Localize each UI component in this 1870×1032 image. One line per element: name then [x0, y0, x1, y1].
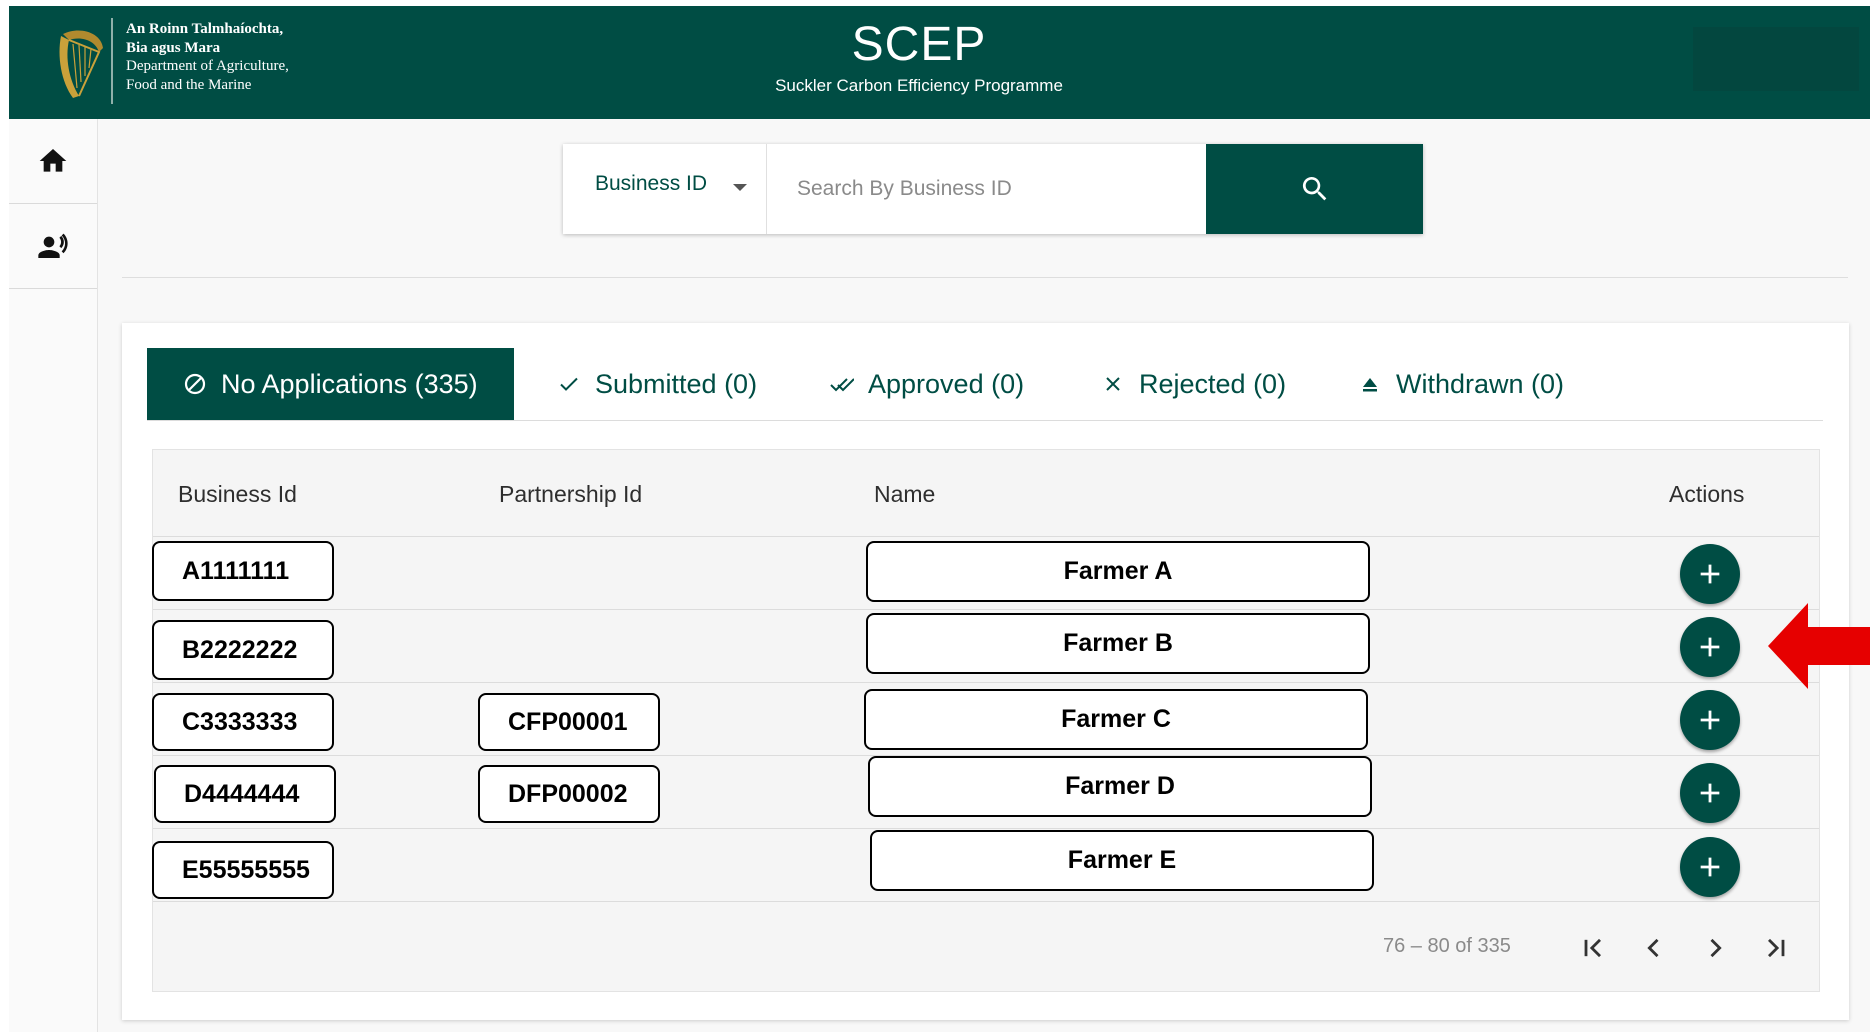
tab-withdrawn[interactable]: Withdrawn (0): [1358, 348, 1564, 420]
business-id-cell: D4444444: [154, 765, 336, 823]
first-page-icon: [1584, 938, 1601, 958]
business-id-cell: E55555555: [152, 841, 334, 899]
chevron-left-icon: [1647, 938, 1659, 958]
previous-page-button[interactable]: [1634, 930, 1674, 966]
header-user-area[interactable]: [1693, 27, 1859, 91]
search-icon: [1302, 177, 1326, 201]
business-id-cell: B2222222: [152, 620, 334, 680]
name-cell: Farmer C: [864, 689, 1368, 750]
sidebar-item-home[interactable]: [9, 119, 97, 204]
caret-down-icon: [733, 184, 747, 191]
last-page-button[interactable]: [1756, 930, 1796, 966]
tabs-underline: [147, 420, 1823, 421]
eject-icon: [1363, 378, 1377, 392]
table-header: Business Id Partnership Id Name Actions: [153, 450, 1819, 537]
tab-label: No Applications (335): [221, 368, 478, 399]
tab-no-applications[interactable]: No Applications (335): [147, 348, 514, 420]
add-application-button[interactable]: [1680, 763, 1740, 823]
section-divider: [122, 277, 1848, 278]
plus-icon: [1700, 637, 1720, 657]
name-cell: Farmer E: [870, 830, 1374, 891]
home-icon: [39, 149, 67, 172]
search-select-label: Business ID: [595, 172, 708, 195]
sidebar: [9, 119, 98, 1032]
column-header-partnership-id: Partnership Id: [499, 481, 643, 507]
business-id-cell: A1111111: [152, 541, 334, 601]
app-header: An Roinn Talmhaíochta, Bia agus Mara Dep…: [9, 6, 1870, 119]
double-check-icon: [830, 378, 854, 392]
last-page-icon: [1768, 938, 1785, 958]
next-page-button[interactable]: [1695, 930, 1735, 966]
annotation-arrow-icon: [1768, 603, 1870, 689]
search-bar: Business ID: [563, 144, 1423, 234]
plus-icon: [1700, 710, 1720, 730]
chevron-right-icon: [1710, 938, 1722, 958]
name-cell: Farmer B: [866, 613, 1370, 674]
add-application-button[interactable]: [1680, 690, 1740, 750]
tab-label: Approved (0): [868, 368, 1025, 399]
partnership-id-cell: CFP00001: [478, 693, 660, 751]
check-icon: [560, 377, 578, 391]
column-header-actions: Actions: [1669, 481, 1745, 507]
close-icon: [1106, 377, 1120, 391]
column-header-name: Name: [874, 481, 936, 507]
tab-label: Submitted (0): [595, 368, 758, 399]
add-application-button[interactable]: [1680, 544, 1740, 604]
name-cell: Farmer D: [868, 756, 1372, 817]
search-field-select[interactable]: Business ID: [563, 144, 767, 234]
search-input[interactable]: [767, 144, 1197, 234]
business-id-cell: C3333333: [152, 693, 334, 751]
tab-label: Rejected (0): [1139, 368, 1287, 399]
app-title: SCEP: [851, 18, 987, 71]
first-page-button[interactable]: [1573, 930, 1613, 966]
app-subtitle: Suckler Carbon Efficiency Programme: [775, 76, 1063, 95]
tab-label: Withdrawn (0): [1396, 368, 1565, 399]
column-header-business-id: Business Id: [178, 481, 297, 507]
tab-rejected[interactable]: Rejected (0): [1101, 348, 1286, 420]
tab-approved[interactable]: Approved (0): [830, 348, 1024, 420]
block-icon: [184, 373, 206, 395]
record-voice-icon: [38, 233, 68, 258]
add-application-button[interactable]: [1680, 837, 1740, 897]
sidebar-item-speaker[interactable]: [9, 204, 97, 289]
tab-submitted[interactable]: Submitted (0): [557, 348, 757, 420]
plus-icon: [1700, 564, 1720, 584]
search-button[interactable]: [1206, 144, 1423, 234]
pagination-range: 76 – 80 of 335: [1383, 935, 1511, 957]
plus-icon: [1700, 857, 1720, 877]
plus-icon: [1700, 783, 1720, 803]
name-cell: Farmer A: [866, 541, 1370, 602]
partnership-id-cell: DFP00002: [478, 765, 660, 823]
add-application-button[interactable]: [1680, 617, 1740, 677]
